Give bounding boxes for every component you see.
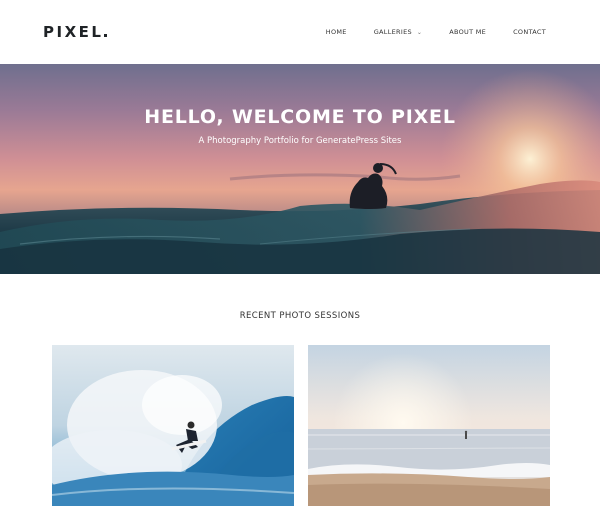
hero-subtitle: A Photography Portfolio for GeneratePres…	[198, 136, 402, 146]
hero-image	[0, 64, 600, 274]
hero-title: HELLO, WELCOME TO PIXEL	[144, 106, 456, 128]
photo-thumbnail	[52, 345, 294, 506]
nav-item-home[interactable]: HOME	[326, 27, 347, 38]
nav-item-about-me[interactable]: ABOUT ME	[449, 27, 486, 38]
site-logo[interactable]: PIXEL	[43, 23, 108, 41]
nav-item-galleries[interactable]: GALLERIES ⌄	[374, 27, 423, 38]
nav-item-label: HOME	[325, 28, 347, 36]
photo-session-card[interactable]	[308, 345, 550, 506]
section-title: RECENT PHOTO SESSIONS	[239, 311, 361, 321]
nav-item-contact[interactable]: CONTACT	[513, 27, 546, 38]
site-header: PIXEL HOME GALLERIES ⌄ ABOUT ME CONTACT	[0, 0, 600, 64]
nav-item-label: ABOUT ME	[449, 28, 487, 36]
nav-item-label: CONTACT	[513, 28, 546, 36]
hero-banner: HELLO, WELCOME TO PIXEL A Photography Po…	[0, 64, 600, 274]
photo-thumbnail	[308, 345, 550, 506]
logo-text: PIXEL	[43, 23, 104, 41]
main-navigation: HOME GALLERIES ⌄ ABOUT ME CONTACT	[326, 27, 546, 38]
nav-item-label: GALLERIES	[373, 28, 412, 36]
chevron-down-icon: ⌄	[416, 29, 423, 36]
photo-session-card[interactable]	[52, 345, 294, 506]
logo-dot	[104, 34, 108, 37]
